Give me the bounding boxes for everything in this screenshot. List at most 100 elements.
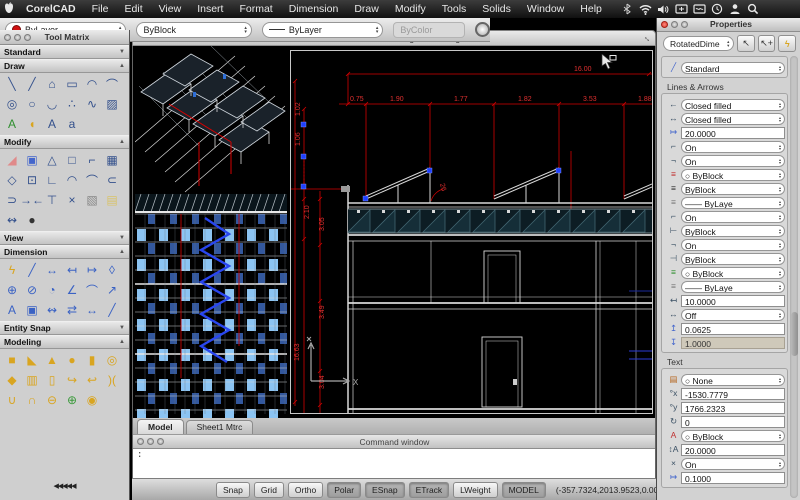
region-tool[interactable]: ◖ [22,114,42,134]
sheet-tab[interactable]: Sheet1 Mtrc [186,420,254,434]
menu-item[interactable]: View [151,3,190,15]
weld-tool[interactable]: ◇ [2,170,22,190]
arc-length-tool[interactable]: ⌒ [82,280,102,300]
dimension-line-style[interactable]: ByBlock [681,183,785,195]
text-position-y[interactable]: 1766.2323 [681,402,785,414]
chamfer-tool[interactable]: ⊂ [102,170,122,190]
sphere-tool[interactable]: ● [62,350,82,370]
arrow-end-style[interactable]: Closed filled [681,113,785,125]
stretch-tool[interactable]: ∟ [42,170,62,190]
arrow-size[interactable]: 20.0000 [681,127,785,139]
apple-menu-icon[interactable] [0,2,18,17]
sheet-tab[interactable]: Model [137,419,184,434]
user-icon[interactable] [728,3,742,15]
text-rotation[interactable]: 0 [681,416,785,428]
offset-tool[interactable]: □ [62,150,82,170]
copy-sheet-tool[interactable]: ▤ [102,190,122,210]
extension-line-style-2[interactable]: ByBlock [681,253,785,265]
volume-icon[interactable] [656,3,670,15]
window-resize-icon[interactable]: ↔ [640,30,657,47]
section-standard[interactable]: Standard▼ [0,45,129,59]
properties-scrollbar[interactable] [790,56,798,498]
menu-app-name[interactable]: CorelCAD [18,3,84,15]
wedge-tool[interactable]: ◣ [22,350,42,370]
sweep-tool[interactable]: ↩ [82,370,102,390]
time-machine-icon[interactable] [710,3,724,15]
dimension-update-tool[interactable]: ↔ [82,300,102,320]
smart-annotation-tool[interactable]: A [2,114,22,134]
circle-tool[interactable]: ◎ [2,94,22,114]
ellipse-arc-tool[interactable]: ◡ [42,94,62,114]
fixed-extension-length[interactable]: 1.0000 [681,337,785,349]
menu-item[interactable]: Solids [474,3,519,15]
extension-line-2[interactable]: On [681,239,785,251]
display-icon[interactable] [674,3,688,15]
diameter-dimension-tool[interactable]: ⊘ [22,280,42,300]
quick-select-button[interactable]: ϟ [778,35,796,52]
drawing-canvas[interactable]: 16.00 0.75 1.90 1.77 1.82 3.53 1.88 1.02… [132,46,656,418]
union-tool[interactable]: ∪ [2,390,22,410]
window-controls[interactable] [133,438,168,445]
wifi-icon[interactable] [638,3,652,15]
polyline-tool[interactable]: ╱ [22,74,42,94]
slab-tool[interactable]: ▥ [22,370,42,390]
dimension-style-select[interactable]: Standard [681,62,785,74]
status-toggle[interactable]: Snap [216,482,250,498]
extension-line-weight[interactable]: —— ByLaye [681,281,785,293]
extension-line-style-1[interactable]: ByBlock [681,225,785,237]
arc-tool[interactable]: ◠ [82,74,102,94]
bend-tool[interactable]: ↪ [62,370,82,390]
window-controls[interactable] [657,21,692,28]
text-tool[interactable]: A [42,114,62,134]
window-controls[interactable] [0,34,35,41]
status-toggle[interactable]: ETrack [409,482,450,498]
smart-dimension-tool[interactable]: ϟ [2,260,22,280]
dimension-text-tool[interactable]: A [2,300,22,320]
join-tool[interactable]: →← [22,190,42,210]
dimension-line-color[interactable]: ○ ByBlock [681,169,785,181]
section-entity-snap[interactable]: Entity Snap▼ [0,321,129,335]
text-alignment[interactable]: On [681,458,785,470]
cylinder-tool[interactable]: ▮ [82,350,102,370]
fillet-tool[interactable]: ◠ [62,170,82,190]
viewport-section[interactable]: 16.00 0.75 1.90 1.77 1.82 3.53 1.88 1.02… [290,50,653,414]
leader-tool[interactable]: ↗ [102,280,122,300]
palette-collapse-handle[interactable]: ◀◀◀◀◀ [0,482,129,494]
move-tool[interactable]: ⊡ [22,170,42,190]
baseline-dimension-tool[interactable]: ↤ [62,260,82,280]
torus-tool[interactable]: ◎ [102,350,122,370]
entity-type-dropdown[interactable]: RotatedDime [663,36,734,51]
section-modify[interactable]: Modify▲ [0,135,129,149]
line-tool[interactable]: ╲ [2,74,22,94]
add-to-selection-button[interactable]: ↖+ [758,35,776,52]
hatch-tool[interactable]: ▨ [102,94,122,114]
edit-dimension-tool[interactable]: ↭ [42,300,62,320]
status-toggle[interactable]: Grid [254,482,284,498]
status-toggle[interactable]: MODEL [502,482,546,498]
dimension-line-weight[interactable]: —— ByLaye [681,197,785,209]
command-window-titlebar[interactable]: Command window [133,434,655,449]
extrude-tool[interactable]: ▯ [42,370,62,390]
extend-tool[interactable]: ⊤ [42,190,62,210]
properties-titlebar[interactable]: Properties [657,17,800,32]
explode-tool[interactable]: ● [22,210,42,230]
status-toggle[interactable]: ESnap [365,482,405,498]
interference-tool[interactable]: ◉ [82,390,102,410]
loft-tool[interactable]: )( [102,370,122,390]
arrow-start-style[interactable]: Closed filled [681,99,785,111]
pattern-tool[interactable]: ▦ [102,150,122,170]
text-color[interactable]: ○ ByBlock [681,430,785,442]
polygon-tool[interactable]: ⌂ [42,74,62,94]
rectangle-tool[interactable]: ▭ [62,74,82,94]
arc-tangent-tool[interactable]: ⌒ [102,74,122,94]
dimension-line-1[interactable]: On [681,141,785,153]
menu-item[interactable]: Dimension [281,3,347,15]
linear-dimension-tool[interactable]: ↔ [42,260,62,280]
menu-item[interactable]: Tools [434,3,475,15]
extension-line-extension[interactable]: 10.0000 [681,295,785,307]
edit-dimension-text-tool[interactable]: ⇄ [62,300,82,320]
status-toggle[interactable]: LWeight [453,482,497,498]
menu-item[interactable]: Modify [387,3,434,15]
tool-matrix-titlebar[interactable]: Tool Matrix [0,30,129,45]
menu-item[interactable]: File [84,3,117,15]
